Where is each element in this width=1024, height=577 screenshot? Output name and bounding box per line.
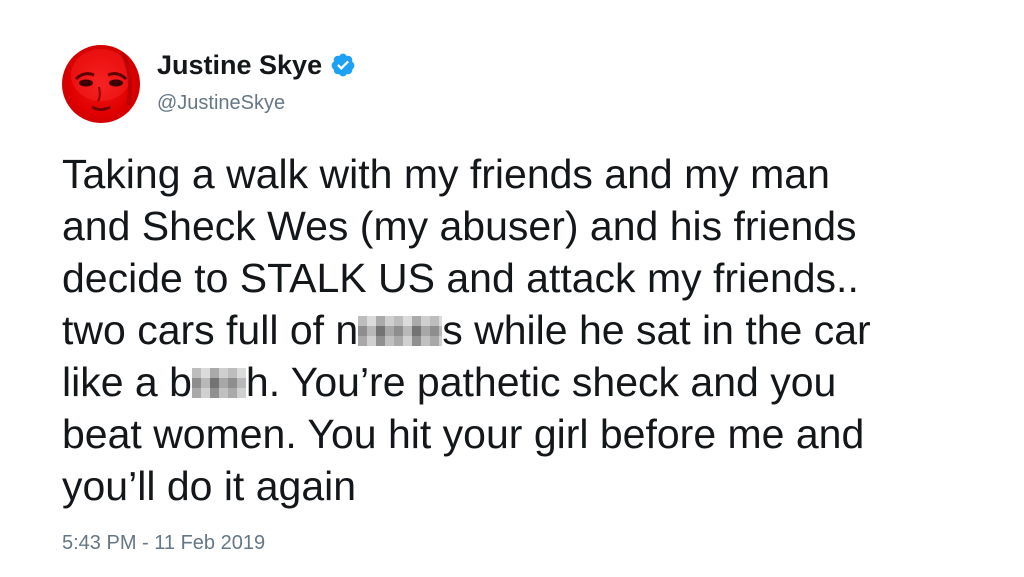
tweet-line: you’ll do it again [62,463,357,509]
tweet-line: Taking a walk with my friends and my man [62,151,830,197]
verified-badge-icon [331,53,355,77]
tweet-line-segment: like a b [62,359,192,405]
tweet-timestamp[interactable]: 5:43 PM - 11 Feb 2019 [62,530,265,556]
tweet-text: Taking a walk with my friends and my man… [62,148,992,512]
tweet-line: beat women. You hit your girl before me … [62,411,865,457]
tweet-line-segment: two cars full of n [62,307,359,353]
tweet-line: and Sheck Wes (my abuser) and his friend… [62,203,857,249]
profile-photo-icon [71,49,132,111]
tweet-line: like a b h. You’re pathetic sheck and you [62,356,992,408]
author-name[interactable]: Justine Skye [157,50,322,80]
tweet-line-segment: s while he sat in the car [442,307,871,353]
avatar[interactable] [62,45,140,123]
tweet-card: Justine Skye @JustineSkye Taking a walk … [0,0,1024,577]
author-handle[interactable]: @JustineSkye [157,90,285,116]
censored-word-blur [191,368,246,398]
tweet-line: decide to STALK US and attack my friends… [62,255,859,301]
tweet-line-segment: h. You’re pathetic sheck and you [245,359,837,405]
author-name-row[interactable]: Justine Skye [157,48,356,82]
censored-word-blur [358,316,443,346]
tweet-line: two cars full of n s while he sat in the … [62,304,992,356]
